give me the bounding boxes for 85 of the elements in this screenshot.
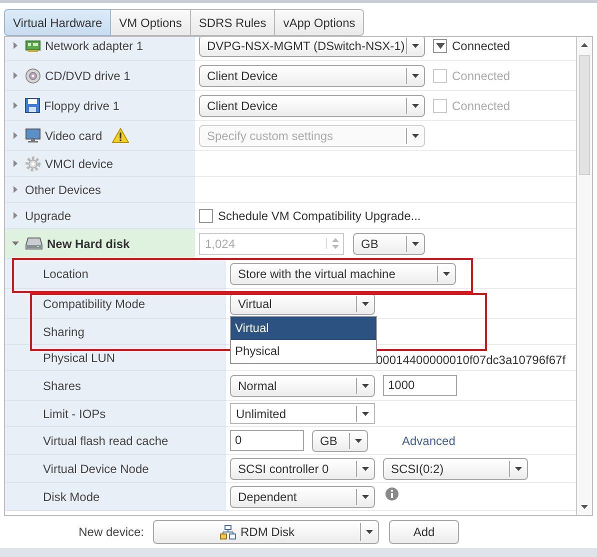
device-row-header[interactable]: Network adapter 1 [5, 37, 195, 61]
disc-icon [25, 68, 41, 84]
lun-text: 00014400000010f07dc3a10796f67f [376, 352, 566, 366]
expander-icon[interactable] [12, 72, 19, 79]
dropdown[interactable]: Client Device [199, 64, 425, 86]
device-row-header[interactable]: New Hard disk [5, 229, 195, 259]
caret-icon [362, 384, 369, 388]
caret-icon [362, 466, 369, 470]
network-nodes-icon [220, 524, 236, 540]
expander-icon[interactable] [12, 186, 19, 193]
device-row-header[interactable]: Other Devices [5, 177, 195, 203]
dropdown[interactable]: Client Device [199, 94, 425, 116]
info-icon [385, 486, 399, 500]
dropdown[interactable]: Normal [230, 374, 375, 396]
device-row-header[interactable]: Video card [5, 121, 195, 151]
device-label: Other Devices [25, 182, 102, 196]
dropdown-option[interactable]: Virtual [231, 316, 376, 340]
check-icon [436, 42, 444, 48]
dropdown[interactable]: SCSI(0:2) [383, 458, 528, 480]
floppy-icon [25, 98, 40, 113]
property-label: Limit - IOPs [43, 406, 106, 420]
expander-icon[interactable] [12, 132, 19, 139]
dropdown[interactable]: SCSI controller 0 [230, 458, 375, 480]
device-row-header[interactable]: VMCI device [5, 151, 195, 177]
expander-icon[interactable] [12, 212, 19, 219]
network-card-icon [25, 38, 41, 52]
combo-box[interactable]: Unlimited [230, 403, 375, 424]
expander-icon[interactable] [12, 42, 19, 49]
device-label: New Hard disk [47, 236, 130, 250]
monitor-icon [25, 128, 41, 143]
caret-icon [443, 272, 450, 276]
device-label: Floppy drive 1 [44, 98, 120, 112]
dropdown-option[interactable]: Physical [231, 340, 376, 362]
caret-icon [412, 74, 419, 78]
caret-icon [362, 302, 369, 306]
scroll-down-icon[interactable] [581, 505, 588, 509]
property-label: Disk Mode [43, 490, 100, 504]
dropdown[interactable]: GB [353, 232, 425, 254]
property-label: Shares [43, 378, 82, 392]
input-field[interactable]: 1000 [383, 375, 457, 396]
checkbox[interactable]: Connected [433, 38, 510, 52]
device-label: CD/DVD drive 1 [45, 68, 130, 82]
tab[interactable]: VM Options [111, 9, 191, 36]
device-label: VMCI device [45, 156, 114, 170]
input-field[interactable]: 0 [230, 430, 304, 451]
add-button[interactable]: Add [389, 520, 459, 544]
caret-icon [412, 44, 419, 48]
scroll-up-icon[interactable] [581, 43, 588, 47]
expander-icon[interactable] [12, 102, 19, 109]
scrollbar-thumb[interactable] [579, 55, 590, 175]
dropdown[interactable]: GB [312, 430, 368, 452]
tab[interactable]: Virtual Hardware [4, 9, 112, 36]
caret-icon [515, 466, 522, 470]
caret-icon [362, 494, 369, 498]
dropdown[interactable]: DVPG-NSX-MGMT (DSwitch-NSX-1) [199, 37, 425, 56]
device-type-dropdown[interactable]: RDM Disk [153, 520, 379, 544]
property-label: Sharing [43, 324, 84, 338]
tab[interactable]: SDRS Rules [190, 9, 276, 36]
device-row-header[interactable]: Floppy drive 1 [5, 91, 195, 121]
property-label: Virtual Device Node [43, 462, 149, 476]
device-label: Video card [45, 128, 102, 142]
caret-icon [412, 242, 419, 246]
device-row-header[interactable]: Upgrade [5, 203, 195, 229]
property-label: Virtual flash read cache [43, 434, 168, 448]
dropdown[interactable]: Dependent [230, 486, 375, 508]
scrollbar[interactable] [576, 37, 592, 515]
property-label: Location [43, 266, 88, 280]
dropdown[interactable]: Store with the virtual machine [230, 262, 456, 284]
gear-icon [25, 156, 41, 172]
caret-icon [412, 104, 419, 108]
caret-icon [412, 134, 419, 138]
property-label: Compatibility Mode [43, 296, 146, 310]
property-label: Physical LUN [43, 350, 116, 364]
caret-icon [355, 438, 362, 442]
device-row-header[interactable]: CD/DVD drive 1 [5, 61, 195, 91]
new-device-label: New device: [78, 525, 144, 539]
tab[interactable]: vApp Options [275, 9, 364, 36]
caret-icon [366, 530, 373, 534]
advanced-link[interactable]: Advanced [402, 434, 456, 448]
checkbox[interactable]: Schedule VM Compatibility Upgrade... [199, 208, 421, 222]
expander-icon[interactable] [12, 240, 19, 247]
caret-icon [362, 412, 369, 416]
expander-icon[interactable] [12, 160, 19, 167]
device-label: Upgrade [25, 208, 72, 222]
device-label: Network adapter 1 [45, 38, 144, 52]
